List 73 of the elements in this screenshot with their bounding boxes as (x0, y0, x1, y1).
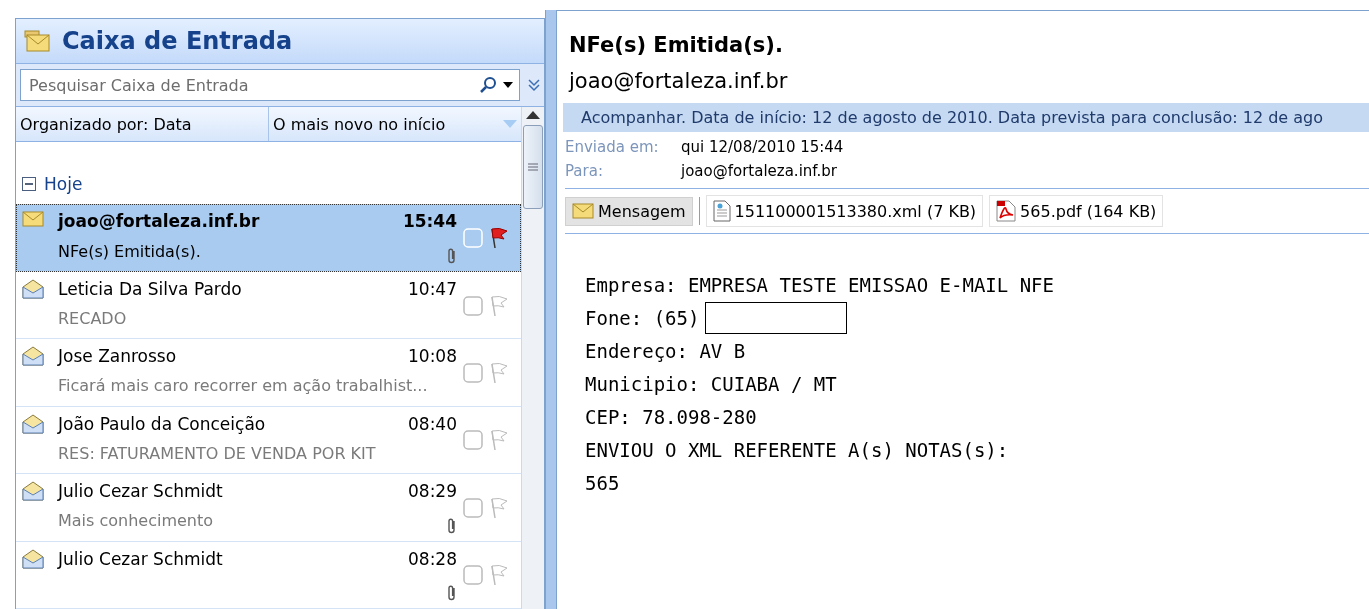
paperclip-icon (447, 584, 457, 602)
expand-chevron-icon[interactable] (528, 78, 540, 92)
category-box-icon[interactable] (463, 430, 483, 451)
flag-outline-icon[interactable] (489, 564, 509, 587)
paperclip-icon (447, 246, 457, 265)
pdf-file-icon (996, 200, 1017, 222)
sender-name: Julio Cezar Schmidt (58, 548, 224, 571)
message-subject: RES: FATURAMENTO DE VENDA POR KIT (58, 443, 376, 465)
sender-name: Leticia Da Silva Pardo (58, 278, 243, 301)
document-icon (712, 200, 731, 222)
received-time: 08:28 (408, 548, 457, 571)
body-text-line: Endereço: AV B (585, 339, 746, 362)
sender-name: joao@fortaleza.inf.br (58, 211, 261, 234)
field-value: joao@fortaleza.inf.br (681, 162, 837, 180)
body-text-line: Municipio: CUIABA / MT (585, 372, 837, 395)
flag-outline-icon[interactable] (489, 429, 509, 452)
sort-caret-icon (503, 120, 517, 129)
open-envelope-icon (22, 346, 44, 367)
received-time: 15:44 (402, 211, 457, 234)
field-value: qui 12/08/2010 15:44 (681, 138, 844, 156)
body-text-line: Fone: (65) (585, 306, 700, 329)
field-label: Para: (565, 162, 604, 180)
open-envelope-icon (22, 481, 44, 502)
message-subject: NFe(s) Emitida(s). (58, 241, 201, 263)
inbox-folder-icon (24, 29, 50, 53)
attachment-button[interactable]: 151100001513380.xml (7 KB) (705, 195, 984, 227)
paperclip-icon (447, 516, 457, 535)
message-title: NFe(s) Emitida(s). (569, 33, 784, 57)
info-bar: Acompanhar. Data de início: 12 de agosto de 2010. Data prevista para conclusão: 12 de ago (563, 103, 1369, 132)
body-text-line: Empresa: EMPRESA TESTE EMISSAO E-MAIL NFE (585, 273, 1054, 296)
group-label: Hoje (44, 174, 83, 195)
open-envelope-icon (22, 278, 44, 299)
scroll-thumb[interactable] (523, 125, 543, 209)
envelope-icon (572, 203, 594, 219)
arrange-by-button[interactable]: Organizado por: Data (16, 107, 268, 142)
body-text-line: ENVIOU O XML REFERENTE A(s) NOTAS(s): (585, 438, 1009, 461)
category-box-icon[interactable] (463, 497, 483, 518)
category-box-icon[interactable] (463, 362, 483, 383)
sender-name: João Paulo da Conceição (58, 413, 267, 436)
received-time: 08:29 (408, 481, 457, 504)
search-box[interactable]: Pesquisar Caixa de Entrada (20, 69, 520, 101)
message-subject: Ficará mais caro recorrer em ação trabalhist... (58, 376, 428, 398)
message-subject: Mais conhecimento (58, 511, 214, 533)
attachment-button[interactable]: 565.pdf (164 KB) (989, 195, 1164, 227)
open-envelope-icon (22, 413, 44, 434)
category-box-icon[interactable] (463, 295, 483, 316)
scroll-up-icon[interactable] (526, 111, 540, 119)
folder-title: Caixa de Entrada (62, 27, 293, 55)
body-text-line: CEP: 78.098-280 (585, 405, 757, 428)
search-icon[interactable] (479, 76, 497, 94)
dropdown-caret-icon[interactable] (503, 82, 513, 88)
pane-splitter[interactable] (545, 10, 557, 609)
flag-outline-icon[interactable] (489, 294, 509, 317)
open-envelope-icon (22, 548, 44, 569)
received-time: 08:40 (408, 413, 457, 436)
flag-outline-icon[interactable] (489, 496, 509, 519)
message-row[interactable]: joao@fortaleza.inf.br 15:44 NFe(s) Emitida(s). (16, 204, 521, 272)
received-time: 10:08 (408, 346, 457, 369)
sender-name: Julio Cezar Schmidt (58, 481, 224, 504)
category-box-icon[interactable] (463, 565, 483, 586)
received-time: 10:47 (408, 278, 457, 301)
field-label: Enviada em: (565, 138, 660, 156)
body-text-line: 565 (585, 471, 620, 494)
sender-address: joao@fortaleza.inf.br (569, 69, 789, 93)
envelope-icon (22, 211, 44, 228)
collapse-icon[interactable] (22, 177, 36, 192)
scrollbar[interactable] (521, 107, 544, 609)
flag-icon[interactable] (489, 227, 509, 250)
grip-icon (528, 163, 538, 171)
flag-outline-icon[interactable] (489, 361, 509, 384)
attachment-button[interactable]: Mensagem (565, 196, 693, 226)
message-subject: RECADO (58, 309, 127, 330)
sender-name: Jose Zanrosso (58, 346, 178, 369)
